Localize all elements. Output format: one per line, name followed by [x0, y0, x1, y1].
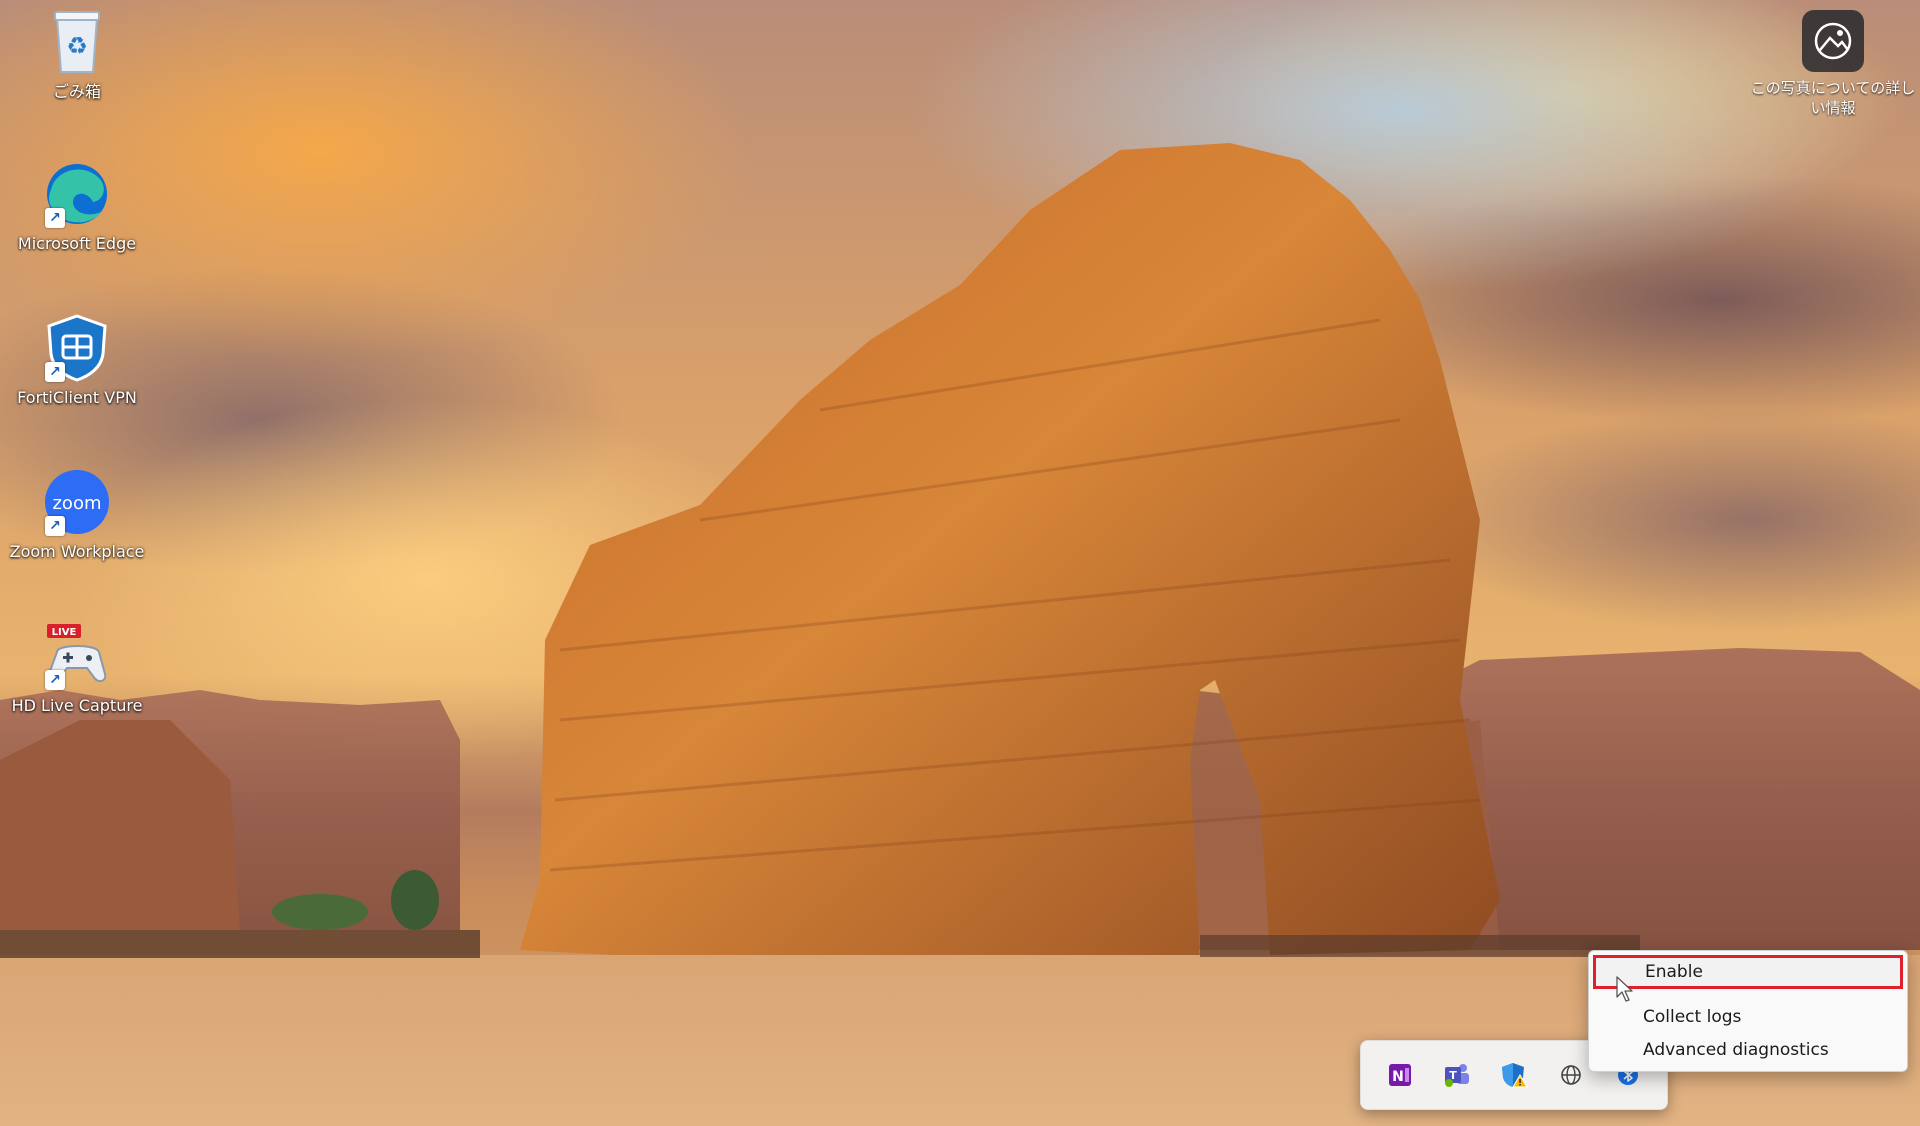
live-badge-text: LIVE [52, 627, 77, 638]
desktop-icon-label: HD Live Capture [11, 696, 143, 715]
onenote-icon[interactable]: N [1380, 1055, 1420, 1095]
menu-item-enable[interactable]: Enable [1593, 955, 1903, 989]
desktop-icon-label: FortiClient VPN [17, 388, 137, 407]
menu-item-advanced-diagnostics[interactable]: Advanced diagnostics [1595, 1033, 1901, 1067]
desktop-icon-label: Microsoft Edge [17, 234, 137, 253]
desktop-icon-forticlient-vpn[interactable]: ↗ FortiClient VPN [2, 312, 152, 407]
desktop-icon-label: Zoom Workplace [9, 542, 145, 561]
forticlient-shield-icon: ↗ [41, 312, 113, 384]
live-capture-icon: LIVE ↗ [41, 620, 113, 692]
learn-more-label: この写真についての詳しい情報 [1750, 79, 1916, 117]
mouse-cursor-icon [1616, 976, 1634, 1006]
menu-item-label: Collect logs [1643, 1007, 1742, 1027]
desktop-icon-hd-live-capture[interactable]: LIVE ↗ HD Live Capture [2, 620, 152, 715]
shortcut-arrow-icon: ↗ [45, 516, 65, 536]
svg-text:zoom: zoom [52, 493, 101, 514]
recycle-bin-icon: ♻ [41, 6, 113, 78]
teams-icon[interactable]: T [1437, 1055, 1477, 1095]
menu-item-label: Enable [1645, 962, 1703, 982]
shortcut-arrow-icon: ↗ [45, 362, 65, 382]
menu-item-label: Advanced diagnostics [1643, 1040, 1829, 1060]
shortcut-arrow-icon: ↗ [45, 670, 65, 690]
desktop-icon-microsoft-edge[interactable]: ↗ Microsoft Edge [2, 158, 152, 253]
desktop-icon-label: ごみ箱 [52, 82, 101, 101]
menu-item-collect-logs[interactable]: Collect logs [1595, 1000, 1901, 1034]
defender-warning-icon[interactable] [1494, 1055, 1534, 1095]
network-globe-icon[interactable] [1551, 1055, 1591, 1095]
camera-info-icon [1802, 10, 1864, 72]
shortcut-arrow-icon: ↗ [45, 208, 65, 228]
desktop-icon-recycle-bin[interactable]: ♻ ごみ箱 [2, 6, 152, 101]
bluetooth-context-menu: Enable Collect logs Advanced diagnostics [1588, 950, 1908, 1072]
svg-text:♻: ♻ [66, 32, 88, 60]
svg-text:N: N [1392, 1069, 1404, 1085]
edge-icon: ↗ [41, 158, 113, 230]
zoom-icon: zoom ↗ [41, 466, 113, 538]
desktop-icon-zoom-workplace[interactable]: zoom ↗ Zoom Workplace [2, 466, 152, 561]
learn-about-this-picture[interactable]: この写真についての詳しい情報 [1748, 10, 1918, 118]
